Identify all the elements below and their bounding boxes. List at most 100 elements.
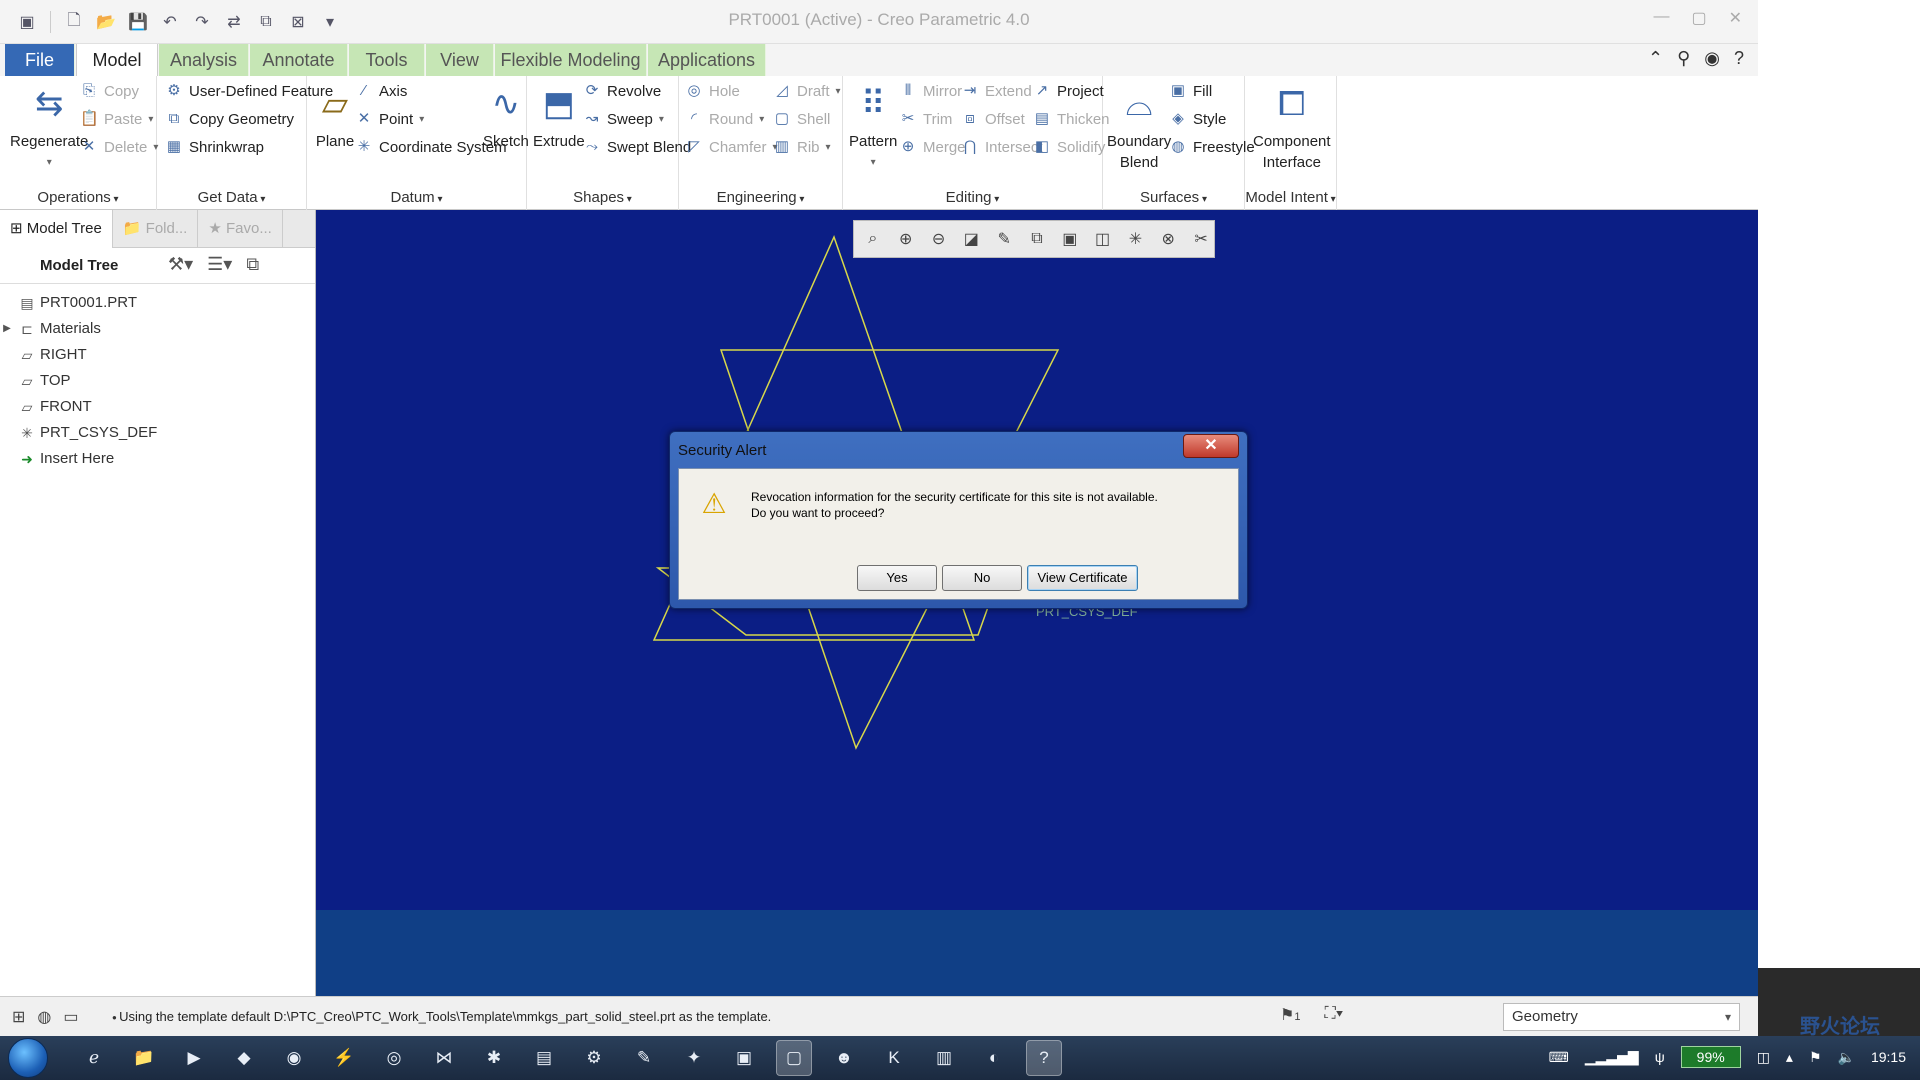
tab-flexible-modeling[interactable]: Flexible Modeling	[495, 44, 647, 76]
no-button[interactable]: No	[942, 565, 1022, 591]
point-button[interactable]: ✕ Point ▾	[355, 110, 425, 128]
tab-tools[interactable]: Tools	[349, 44, 425, 76]
selection-filter[interactable]: Geometry	[1503, 1003, 1740, 1031]
round-button[interactable]: ◜ Round ▾	[685, 110, 764, 128]
swept-blend-button[interactable]: ⤳ Swept Blend	[583, 138, 691, 156]
show-icon[interactable]: ☰▾	[207, 254, 232, 275]
navigator-toggle-icon[interactable]: ⊞	[12, 1007, 25, 1027]
community-icon[interactable]: ◉	[1704, 48, 1720, 69]
tab-view[interactable]: View	[426, 44, 494, 76]
saved-orientations-icon[interactable]: ⧉	[1024, 226, 1050, 252]
full-screen-icon[interactable]: ▭	[63, 1007, 78, 1027]
tab-folder-browser[interactable]: 📁 Fold...	[113, 210, 199, 248]
plane-button[interactable]: ▱ Plane	[313, 82, 357, 151]
group-label-datum[interactable]: Datum	[307, 189, 526, 206]
style-button[interactable]: ◈ Style	[1169, 110, 1226, 128]
volume-icon[interactable]: 🔈	[1838, 1049, 1855, 1066]
copy-geometry-button[interactable]: ⧉ Copy Geometry	[165, 110, 294, 128]
pattern-button[interactable]: ⠿ Pattern ▾	[849, 82, 897, 172]
selection-icon[interactable]: ⛶▾	[1324, 1005, 1343, 1025]
tab-applications[interactable]: Applications	[648, 44, 766, 76]
draft-button[interactable]: ◿ Draft ▾	[773, 82, 840, 100]
app-teal-icon[interactable]: ◉	[276, 1040, 312, 1076]
app-globe-icon[interactable]: ◐	[976, 1040, 1012, 1076]
sketch-button[interactable]: ∿ Sketch	[483, 82, 529, 151]
tab-favorites[interactable]: ★ Favo...	[198, 210, 283, 248]
merge-button[interactable]: ⊕ Merge	[899, 138, 966, 156]
extrude-button[interactable]: ⬒ Extrude	[533, 82, 585, 151]
tree-item-top[interactable]: ▱ TOP	[0, 368, 315, 394]
trim-button[interactable]: ✂ Trim	[899, 110, 953, 128]
show-hidden-icons[interactable]: ▴	[1786, 1049, 1793, 1066]
tab-analysis[interactable]: Analysis	[159, 44, 249, 76]
group-label-engineering[interactable]: Engineering	[679, 189, 842, 206]
visual-studio-icon[interactable]: ⋈	[426, 1040, 462, 1076]
flag-icon[interactable]: ⚑1	[1280, 1005, 1300, 1025]
keyboard-icon[interactable]: ⌨	[1549, 1049, 1569, 1066]
paste-action[interactable]: 📋 Paste ▾	[80, 110, 153, 128]
repaint-icon[interactable]: ◪	[958, 226, 984, 252]
group-label-shapes[interactable]: Shapes	[527, 189, 678, 206]
extend-button[interactable]: ⇥ Extend	[961, 82, 1032, 100]
start-button[interactable]	[8, 1038, 48, 1078]
tree-filter-icon[interactable]: ⧉	[246, 254, 259, 275]
fill-button[interactable]: ▣ Fill	[1169, 82, 1212, 100]
tab-annotate[interactable]: Annotate	[250, 44, 348, 76]
group-label-editing[interactable]: Editing	[843, 189, 1102, 206]
collapse-ribbon-icon[interactable]: ⌃	[1648, 48, 1663, 69]
shell-button[interactable]: ▢ Shell	[773, 110, 830, 128]
axis-button[interactable]: ⁄ Axis	[355, 82, 408, 100]
chamfer-button[interactable]: ◸ Chamfer ▾	[685, 138, 777, 156]
app-red-icon[interactable]: ◆	[226, 1040, 262, 1076]
flag-tray-icon[interactable]: ⚑	[1809, 1049, 1822, 1066]
creo-taskbar-button[interactable]: ▢	[776, 1040, 812, 1076]
group-label-get-data[interactable]: Get Data	[157, 189, 306, 206]
browser-toggle-icon[interactable]: ◍	[37, 1007, 51, 1027]
tree-item-insert-here[interactable]: ➜ Insert Here	[0, 446, 315, 472]
yes-button[interactable]: Yes	[857, 565, 937, 591]
expand-arrow-icon[interactable]: ▶	[0, 316, 14, 342]
datum-display-icon[interactable]: ✳	[1123, 226, 1149, 252]
app-m-icon[interactable]: ▥	[926, 1040, 962, 1076]
zoom-in-icon[interactable]: ⊕	[893, 226, 919, 252]
view-certificate-button[interactable]: View Certificate	[1027, 565, 1138, 591]
app-disc-icon[interactable]: ◎	[376, 1040, 412, 1076]
close-icon[interactable]: ✕	[1729, 8, 1742, 28]
tree-item-right[interactable]: ▱ RIGHT	[0, 342, 315, 368]
refit-icon[interactable]: ⌕	[860, 226, 886, 252]
tree-item-part[interactable]: ▤ PRT0001.PRT	[0, 290, 315, 316]
search-icon[interactable]: ⚲	[1677, 48, 1690, 69]
dialog-close-button[interactable]: ✕	[1183, 434, 1239, 458]
tree-item-csys[interactable]: ✳ PRT_CSYS_DEF	[0, 420, 315, 446]
tab-model-tree[interactable]: ⊞ Model Tree	[0, 210, 113, 248]
document-icon[interactable]: ▤	[526, 1040, 562, 1076]
project-button[interactable]: ↗ Project	[1033, 82, 1104, 100]
maximize-icon[interactable]: ▢	[1691, 8, 1706, 28]
group-label-operations[interactable]: Operations	[0, 189, 156, 206]
app-star-icon[interactable]: ✱	[476, 1040, 512, 1076]
qq-icon[interactable]: ☻	[826, 1040, 862, 1076]
spin-center-icon[interactable]: ⊗	[1155, 226, 1181, 252]
tree-settings-icon[interactable]: ⚒▾	[168, 254, 193, 275]
clock[interactable]: 19:15	[1871, 1049, 1906, 1065]
tab-model[interactable]: Model	[76, 44, 158, 76]
media-player-icon[interactable]: ▶	[176, 1040, 212, 1076]
shrinkwrap-button[interactable]: ▦ Shrinkwrap	[165, 138, 264, 156]
signal-icon[interactable]: ▁▂▃▅▇	[1585, 1049, 1639, 1066]
hole-button[interactable]: ◎ Hole	[685, 82, 739, 100]
battery-indicator[interactable]: 99%	[1680, 1046, 1741, 1068]
intersect-button[interactable]: ⋂ Intersect	[961, 138, 1043, 156]
internet-explorer-icon[interactable]: ℯ	[76, 1040, 112, 1076]
help-icon[interactable]: ?	[1734, 48, 1744, 69]
tree-item-materials[interactable]: ▶ ⊏ Materials	[0, 316, 315, 342]
app-k-icon[interactable]: K	[876, 1040, 912, 1076]
security-alert-taskbar-button[interactable]: ?	[1026, 1040, 1062, 1076]
group-label-model-intent[interactable]: Model Intent	[1245, 189, 1336, 206]
tree-item-front[interactable]: ▱ FRONT	[0, 394, 315, 420]
network-icon[interactable]: ψ	[1655, 1049, 1665, 1065]
app-tools-icon[interactable]: ⚙	[576, 1040, 612, 1076]
power-icon[interactable]: ◫	[1757, 1049, 1770, 1066]
copy-action[interactable]: ⎘ Copy	[80, 82, 139, 100]
boundary-blend-button[interactable]: ⌓ Boundary Blend	[1107, 82, 1171, 172]
thicken-button[interactable]: ▤ Thicken	[1033, 110, 1110, 128]
